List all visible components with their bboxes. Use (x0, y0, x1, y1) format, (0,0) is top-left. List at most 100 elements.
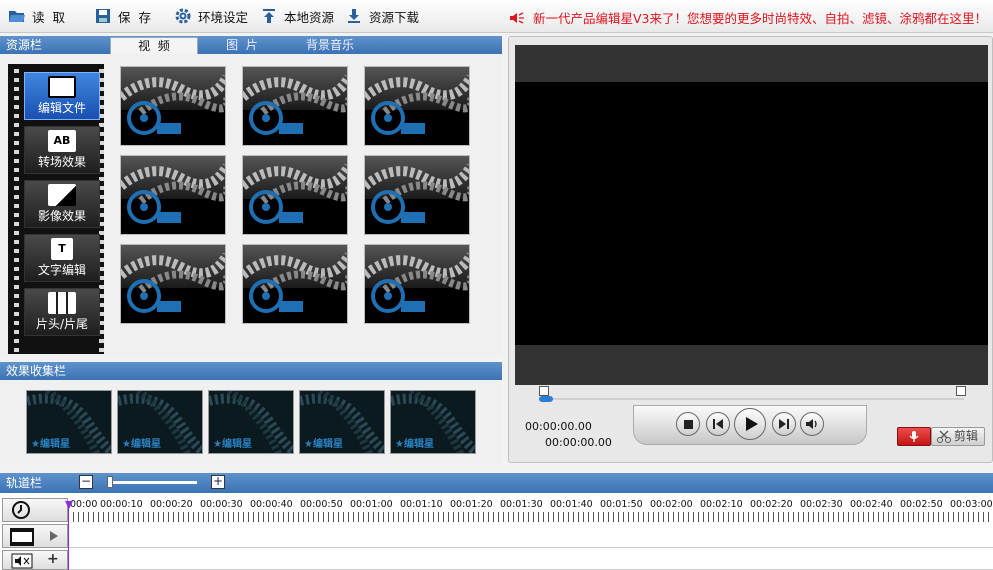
effects-panel-title: 效果收集栏 (6, 364, 67, 378)
film-reel-icon (249, 101, 283, 135)
ruler-tick-label: 00:01:50 (600, 499, 643, 510)
settings-button[interactable]: 环境设定 (174, 5, 248, 27)
text-edit-icon: T (51, 238, 73, 260)
effect-thumbnail-label: ★编辑星 (395, 439, 434, 450)
trim-end-handle[interactable] (956, 386, 966, 396)
cut-button[interactable]: 剪辑 (931, 427, 985, 446)
film-reel-icon (127, 190, 161, 224)
download-resource-label: 资源下载 (369, 9, 420, 25)
settings-label: 环境设定 (198, 9, 249, 25)
save-button[interactable]: 保 存 (94, 5, 151, 27)
video-thumbnail[interactable] (242, 155, 348, 235)
category-edit-file[interactable]: 编辑文件 (24, 72, 100, 120)
volume-button[interactable] (800, 412, 824, 436)
local-resource-button[interactable]: 本地资源 (260, 5, 334, 27)
effect-thumbnail[interactable]: ★编辑星 (26, 390, 112, 454)
progress-track[interactable] (539, 396, 964, 402)
effect-thumbnail[interactable]: ★编辑星 (117, 390, 203, 454)
zoom-in-button[interactable]: + (211, 475, 225, 489)
ruler-tick-label: 00:00:20 (150, 499, 193, 510)
category-transition-label: 转场效果 (37, 155, 86, 169)
film-icon (10, 528, 34, 546)
ruler-tick-label: 00:02:40 (850, 499, 893, 510)
upload-icon (263, 9, 275, 23)
tab-image[interactable]: 图 片 (198, 37, 286, 54)
category-title-credits-label: 片头/片尾 (35, 317, 89, 331)
stop-icon (684, 420, 693, 429)
category-image-effect-label: 影像效果 (37, 209, 86, 223)
preview-panel: 00:00:00.00 00:00:00.00 剪辑 (508, 36, 993, 463)
record-voice-button[interactable] (897, 427, 931, 446)
track-panel-title: 轨道栏 (6, 476, 43, 490)
category-strip: 编辑文件 AB 转场效果 影像效果 T 文字编辑 片头/片尾 (8, 64, 104, 354)
audio-track-header: + (2, 550, 68, 570)
stop-button[interactable] (676, 412, 700, 436)
ruler-tick-label: 00:01:00 (350, 499, 393, 510)
zoom-slider-track[interactable] (107, 481, 197, 484)
download-resource-button[interactable]: 资源下载 (345, 5, 419, 27)
playhead-marker[interactable] (65, 501, 73, 509)
add-track-button[interactable]: + (47, 551, 59, 567)
tab-music-label: 背景音乐 (305, 38, 354, 52)
folder-open-icon (9, 11, 25, 22)
local-resource-label: 本地资源 (284, 9, 335, 25)
video-thumbnail[interactable] (242, 66, 348, 146)
zoom-out-button[interactable]: − (79, 475, 93, 489)
video-thumbnail[interactable] (364, 244, 470, 324)
download-icon (348, 9, 360, 23)
category-transition[interactable]: AB 转场效果 (24, 126, 100, 174)
resource-panel-title: 资源栏 (6, 38, 43, 52)
video-track-lane[interactable] (68, 524, 993, 548)
effect-thumbnail[interactable]: ★编辑星 (208, 390, 294, 454)
effect-thumbnail-label: ★编辑星 (213, 439, 252, 450)
effect-thumbnail[interactable]: ★编辑星 (299, 390, 385, 454)
save-icon (96, 9, 110, 23)
audio-track-lane[interactable] (68, 550, 993, 570)
zoom-slider-handle[interactable] (107, 476, 113, 488)
preview-frame (515, 45, 988, 385)
progress-thumb[interactable] (539, 396, 553, 402)
category-title-credits[interactable]: 片头/片尾 (24, 288, 100, 336)
video-track-header (2, 524, 68, 548)
effect-thumbnail-label: ★编辑星 (31, 439, 70, 450)
video-thumbnail[interactable] (364, 66, 470, 146)
category-text-edit[interactable]: T 文字编辑 (24, 234, 100, 282)
video-thumbnail[interactable] (120, 155, 226, 235)
video-thumbnail[interactable] (242, 244, 348, 324)
play-button[interactable] (734, 408, 766, 440)
video-track-play-icon[interactable] (47, 529, 61, 543)
tab-music[interactable]: 背景音乐 (286, 37, 374, 54)
category-text-edit-label: 文字编辑 (37, 263, 86, 277)
effect-thumbnail-label: ★编辑星 (304, 439, 343, 450)
announcement-link[interactable]: 新一代产品编辑星V3来了！您想要的更多时尚特效、自拍、滤镜、涂鸦都在这里！ (509, 8, 987, 27)
prev-frame-button[interactable] (706, 412, 730, 436)
playhead[interactable] (65, 501, 73, 570)
film-strip-icon (157, 301, 181, 312)
effect-thumbnail[interactable]: ★编辑星 (390, 390, 476, 454)
video-thumbnail[interactable] (120, 244, 226, 324)
next-frame-button[interactable] (772, 412, 796, 436)
microphone-icon (909, 431, 919, 442)
scissors-icon (937, 430, 951, 443)
film-reel-icon (249, 190, 283, 224)
film-reel-icon (249, 279, 283, 313)
ruler-tick-label: 00:00:50 (300, 499, 343, 510)
video-thumbnail[interactable] (120, 66, 226, 146)
playback-controls (633, 405, 867, 445)
time-ruler[interactable]: 00:00 00:00:10 00:00:20 00:00:30 00:00:40 00:… (68, 493, 993, 523)
film-strip-icon (157, 212, 181, 223)
category-image-effect[interactable]: 影像效果 (24, 180, 100, 228)
effect-thumbnail-label: ★编辑星 (122, 439, 161, 450)
open-button[interactable]: 读 取 (8, 5, 65, 27)
film-strip-icon (279, 301, 303, 312)
tab-video[interactable]: 视 频 (110, 37, 198, 54)
timeline: 00:00 00:00:10 00:00:20 00:00:30 00:00:40 00:… (0, 493, 993, 570)
ruler-tick-label: 00:02:50 (900, 499, 943, 510)
ruler-tick-label: 00:03:00 (950, 499, 993, 510)
ruler-tick-label: 00:00:40 (250, 499, 293, 510)
clock-icon (12, 501, 30, 519)
tab-video-label: 视 频 (138, 39, 170, 53)
volume-icon (806, 419, 817, 429)
video-thumbnail[interactable] (364, 155, 470, 235)
trim-start-handle[interactable] (539, 386, 549, 396)
